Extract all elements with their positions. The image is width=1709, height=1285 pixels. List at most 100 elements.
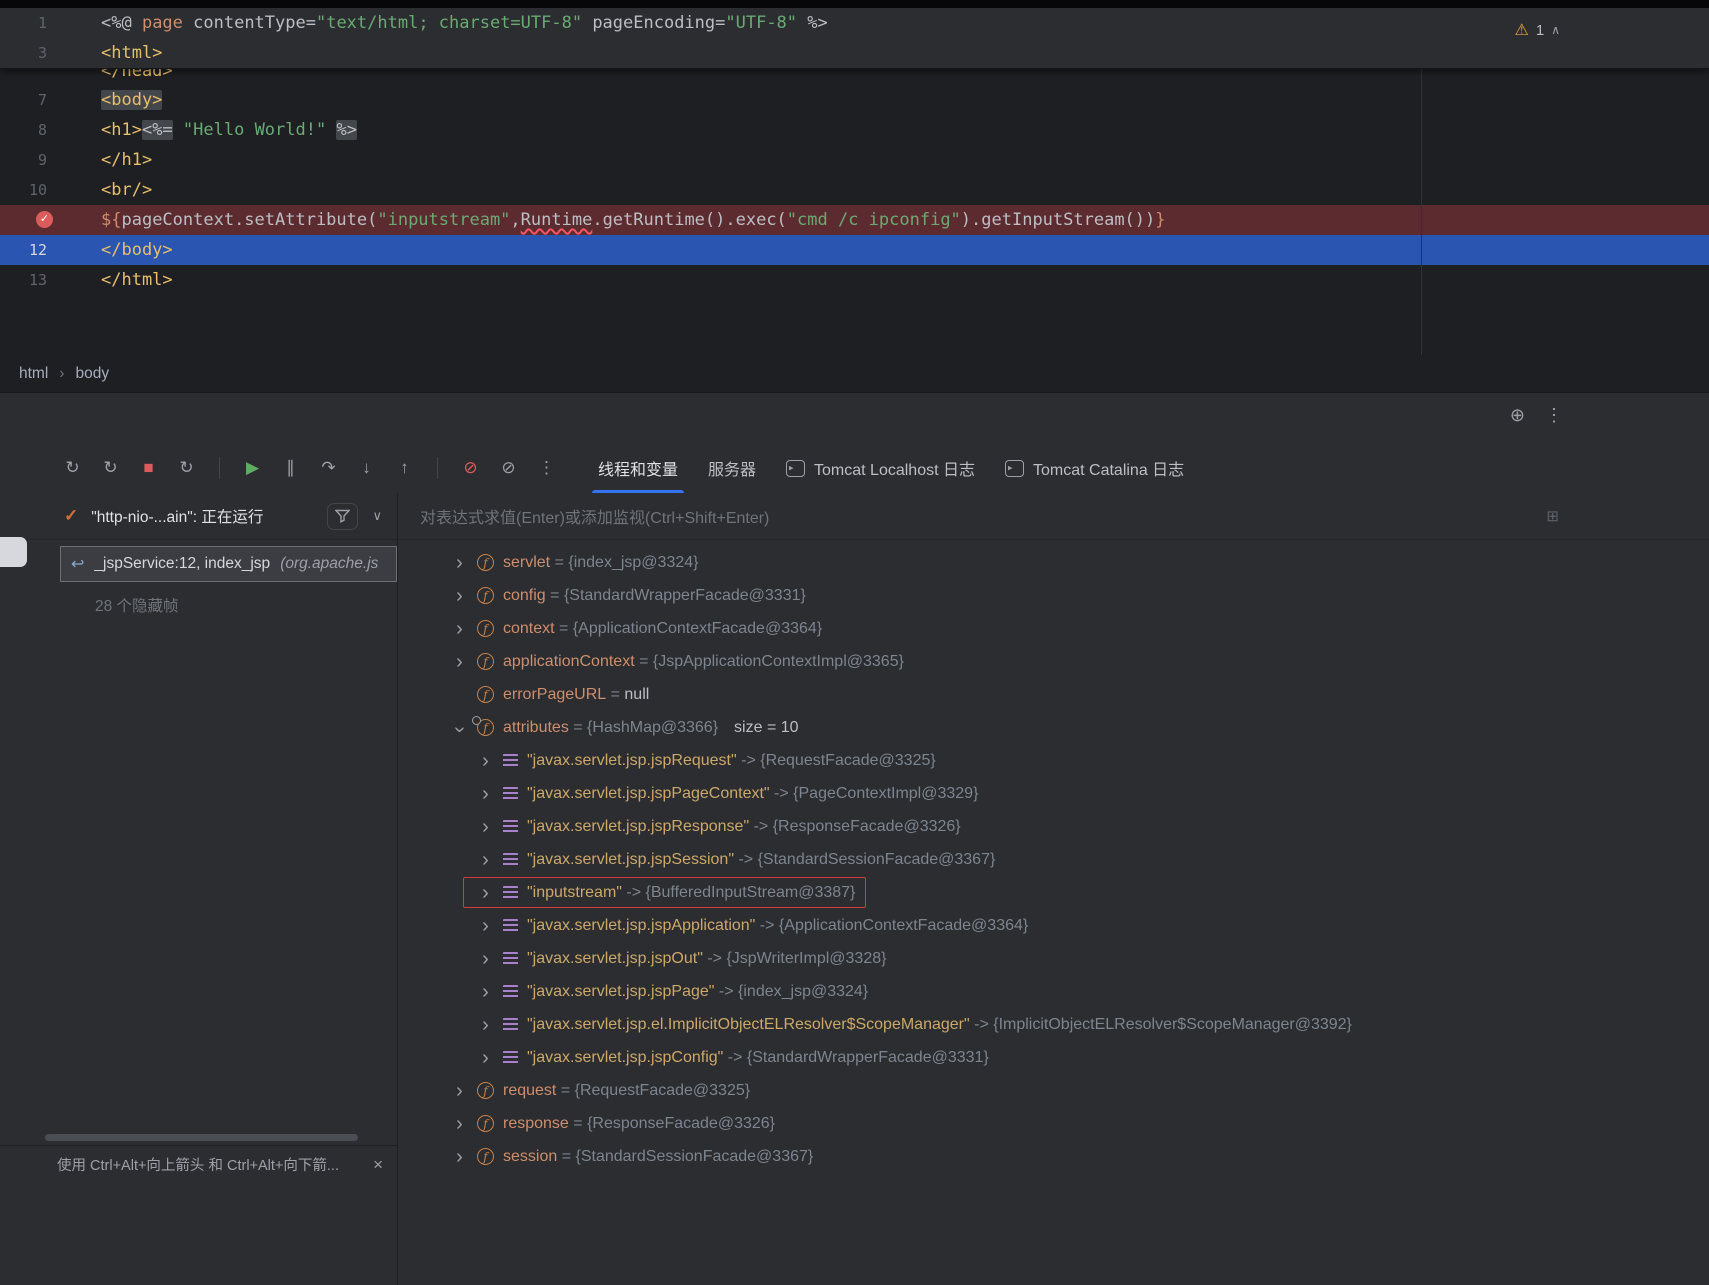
variable-row[interactable]: › "javax.servlet.jsp.jspPageContext" -> {… (398, 777, 1709, 810)
variable-row[interactable]: › "javax.servlet.jsp.jspRequest" -> {Requ… (398, 744, 1709, 777)
more-vertical-icon[interactable]: ⋮ (1545, 406, 1563, 424)
close-icon[interactable]: × (373, 1155, 383, 1175)
tab-tomcat-localhost-log[interactable]: Tomcat Localhost 日志 (771, 443, 990, 493)
code-line[interactable]: 7 <body> (0, 85, 1709, 115)
chevron-icon[interactable]: › (478, 784, 493, 804)
step-into-icon[interactable]: ↓ (354, 456, 379, 481)
variable-row[interactable]: › "javax.servlet.jsp.jspResponse" -> {Res… (398, 810, 1709, 843)
chevron-icon[interactable]: › (478, 949, 493, 969)
watch-input[interactable]: 对表达式求值(Enter)或添加监视(Ctrl+Shift+Enter) ⊞ (398, 493, 1709, 540)
variable-row[interactable]: › f request = {RequestFacade@3325} (398, 1074, 1709, 1107)
stop-icon[interactable]: ■ (136, 456, 161, 481)
breadcrumb: html › body (0, 355, 1709, 392)
variable-row[interactable]: › "javax.servlet.jsp.jspApplication" -> {… (398, 909, 1709, 942)
chevron-icon[interactable]: › (452, 1147, 467, 1167)
breadcrumb-html[interactable]: html (19, 365, 48, 383)
chevron-icon[interactable]: › (478, 850, 493, 870)
chevron-icon[interactable]: › (452, 619, 467, 639)
add-watch-icon[interactable]: ⊞ (1546, 507, 1559, 525)
chevron-icon[interactable]: › (478, 1048, 493, 1068)
code-line[interactable]: 10 <br/> (0, 175, 1709, 205)
variable-row[interactable]: › "javax.servlet.jsp.jspSession" -> {Stan… (398, 843, 1709, 876)
entry-key: "javax.servlet.jsp.jspRequest" (527, 751, 737, 769)
code-line[interactable]: 9 </h1> (0, 145, 1709, 175)
operator: -> (749, 817, 773, 835)
chevron-icon[interactable]: › (452, 586, 467, 606)
target-icon[interactable]: ⊕ (1510, 406, 1525, 424)
variable-row[interactable]: › "javax.servlet.jsp.jspPage" -> {index_j… (398, 975, 1709, 1008)
code-text: <body> (101, 90, 163, 110)
chevron-icon[interactable]: › (478, 1015, 493, 1035)
operator: = (556, 1081, 575, 1099)
chevron-icon[interactable]: › (478, 883, 493, 903)
filter-button[interactable] (327, 502, 359, 530)
chevron-icon[interactable]: › (478, 817, 493, 837)
breadcrumb-body[interactable]: body (75, 365, 109, 383)
chevron-icon[interactable]: › (452, 1114, 467, 1134)
field-icon: f (477, 587, 494, 604)
operator: -> (769, 784, 794, 802)
variable-row[interactable]: › f config = {StandardWrapperFacade@3331} (398, 579, 1709, 612)
variable-size: size = 10 (734, 718, 799, 736)
mute-breakpoints-icon[interactable]: ⊘ (458, 456, 483, 481)
variable-value: {JspWriterImpl@3328} (726, 949, 887, 967)
step-out-icon[interactable]: ↑ (392, 456, 417, 481)
variable-value: {ImplicitObjectELResolver$ScopeManager@3… (993, 1015, 1352, 1033)
more-icon[interactable]: ⋮ (534, 456, 559, 481)
step-over-icon[interactable]: ↷ (316, 456, 341, 481)
hidden-frames-label[interactable]: 28 个隐藏帧 (95, 594, 397, 616)
chevron-down-icon[interactable]: ∨ (372, 508, 382, 524)
variable-row[interactable]: f errorPageURL = null (398, 678, 1709, 711)
tab-server[interactable]: 服务器 (693, 443, 771, 493)
variable-value: {RequestFacade@3325} (574, 1081, 751, 1099)
toolwindow-handle[interactable] (0, 537, 27, 567)
variable-row[interactable]: › f response = {ResponseFacade@3326} (398, 1107, 1709, 1140)
chevron-icon[interactable]: › (449, 722, 471, 737)
entry-key: "javax.servlet.jsp.jspSession" (527, 850, 734, 868)
entry-key: "javax.servlet.jsp.jspResponse" (527, 817, 750, 835)
chevron-icon[interactable]: › (452, 553, 467, 573)
chevron-icon[interactable]: › (478, 916, 493, 936)
field-icon: f (477, 686, 494, 703)
code-line[interactable]: 3 <html> (0, 38, 1709, 68)
variable-row[interactable]: › "javax.servlet.jsp.jspConfig" -> {Stand… (398, 1041, 1709, 1074)
tab-tomcat-catalina-log[interactable]: Tomcat Catalina 日志 (990, 443, 1199, 493)
operator: -> (736, 751, 761, 769)
variable-row[interactable]: › f servlet = {index_jsp@3324} (398, 546, 1709, 579)
tab-label: Tomcat Localhost 日志 (814, 462, 975, 479)
thread-selector[interactable]: ✓ "http-nio-...ain": 正在运行 ∨ (0, 493, 397, 540)
rerun-debug-icon[interactable]: ↻ (98, 456, 123, 481)
resume-icon[interactable]: ▶ (240, 456, 265, 481)
chevron-icon[interactable]: › (452, 1081, 467, 1101)
breakpoints-disabled-icon[interactable]: ⊘ (496, 456, 521, 481)
code-line[interactable]: 8 <h1><%= "Hello World!" %> (0, 115, 1709, 145)
rerun-icon[interactable]: ↻ (60, 456, 85, 481)
code-line[interactable]: 12 </body> (0, 235, 1709, 265)
variable-row[interactable]: › "javax.servlet.jsp.jspOut" -> {JspWrite… (398, 942, 1709, 975)
variable-value: {index_jsp@3324} (568, 553, 699, 571)
variable-row[interactable]: › f attributes = {HashMap@3366} size = 10 (398, 711, 1709, 744)
pause-icon[interactable]: ∥ (278, 456, 303, 481)
code-line[interactable]: 13 </html> (0, 265, 1709, 295)
variable-row[interactable]: › f applicationContext = {JspApplicationCo… (398, 645, 1709, 678)
breakpoint-icon[interactable]: ✓ (36, 211, 53, 228)
collapse-caret-icon[interactable]: ∧ (1551, 23, 1560, 37)
tab-threads-variables[interactable]: 线程和变量 (583, 443, 693, 493)
chevron-icon[interactable]: › (478, 982, 493, 1002)
chevron-icon[interactable]: › (478, 751, 493, 771)
horizontal-scrollbar[interactable] (45, 1134, 358, 1141)
inspections-widget[interactable]: ⚠ 1 ∧ (1515, 20, 1560, 40)
restart-icon[interactable]: ↻ (174, 456, 199, 481)
variable-row[interactable]: › f session = {StandardSessionFacade@3367} (398, 1140, 1709, 1173)
stack-frame[interactable]: ↩ _jspService:12, index_jsp (org.apache.… (60, 546, 397, 582)
chevron-icon[interactable]: › (452, 652, 467, 672)
variable-row[interactable]: › "javax.servlet.jsp.el.ImplicitObjectELR… (398, 1008, 1709, 1041)
variable-row[interactable]: › "inputstream" -> {BufferedInputStream@3… (398, 876, 1709, 909)
toolbar-separator (219, 457, 220, 479)
code-line[interactable]: 1 <%@ page contentType="text/html; charse… (0, 8, 1709, 38)
editor-pane[interactable]: 1 <%@ page contentType="text/html; charse… (0, 8, 1709, 355)
code-line[interactable]: ✓ ${pageContext.setAttribute("inputstream… (0, 205, 1709, 235)
variable-row[interactable]: › f context = {ApplicationContextFacade@33… (398, 612, 1709, 645)
code-scroll: </head> 7 <body> 8 <h1><%= "Hello World!" %>… (0, 69, 1709, 355)
code-line[interactable]: </head> (0, 69, 1709, 85)
